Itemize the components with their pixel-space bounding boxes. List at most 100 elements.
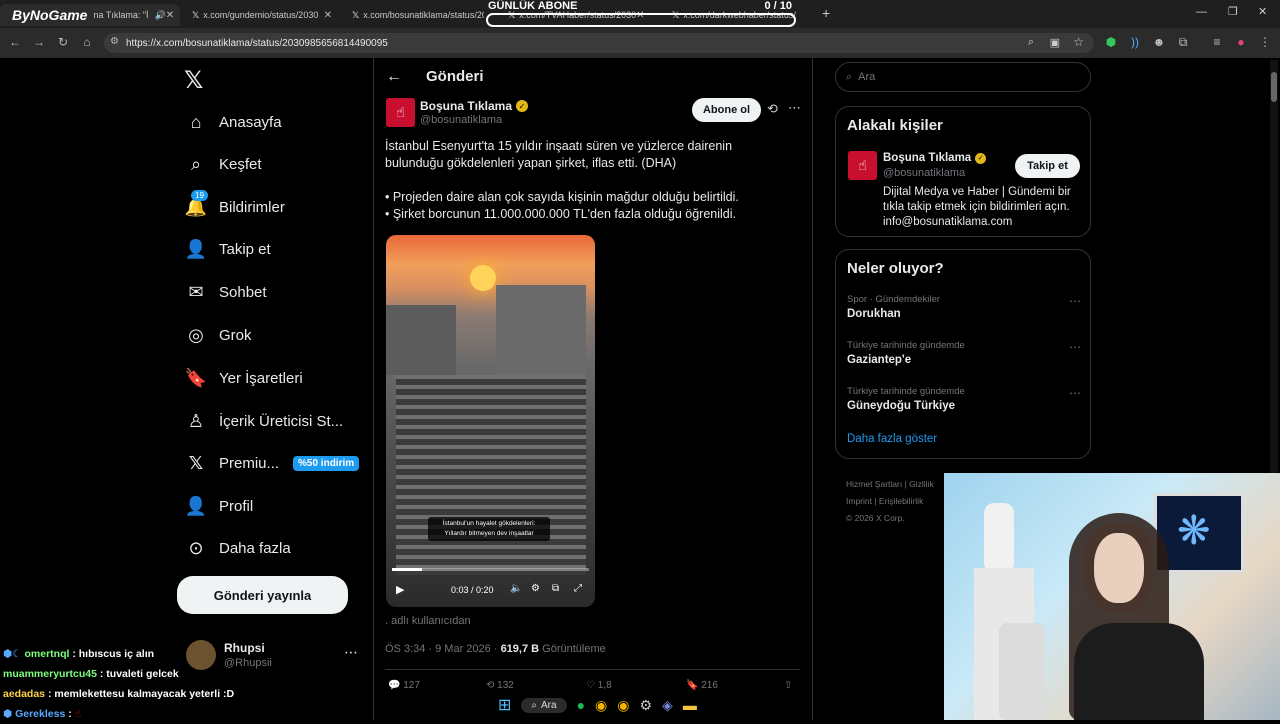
nav-chat[interactable]: ✉ Sohbet [185,276,266,308]
bio-line: info@bosunatiklama.com [883,216,1013,228]
author-handle[interactable]: @bosunatiklama [420,114,502,126]
footer-link[interactable]: Erişilebilirlik [879,496,923,506]
chat-text: : [65,708,75,720]
trend-item[interactable]: Spor · Gündemdekiler Dorukhan ⋯ [847,294,1081,324]
subscriber-goal-overlay: GÜNLÜK ABONE 0 / 10 [486,0,796,28]
video-caption-line: Yıllardır bitmeyen dev inşaatlar [444,530,534,537]
profile-avatar-icon[interactable]: ● [1234,35,1248,49]
close-window-button[interactable]: ✕ [1258,5,1267,18]
search-input[interactable]: ⌕ Ara [835,62,1091,92]
nav-notifications[interactable]: 🔔 19 Bildirimler [185,190,285,223]
back-arrow-icon[interactable]: ← [386,68,402,86]
related-avatar[interactable]: ☝ [848,151,877,180]
chrome-icon[interactable]: ◉ [595,697,607,714]
fullscreen-icon[interactable]: ⤢ [574,583,582,594]
grok-icon: ◎ [188,324,204,345]
bookmark-star-icon[interactable]: ☆ [1073,35,1084,49]
author-name-row[interactable]: Boşuna Tıklama ✓ [420,99,529,113]
share-icon[interactable]: ⇧ [784,680,792,691]
scrollbar-thumb[interactable] [1271,72,1277,102]
nav-premium[interactable]: 𝕏 Premiu... %50 indirim [185,447,360,479]
nav-home[interactable]: ⌂ Anasayfa [185,106,282,138]
reload-icon[interactable]: ↻ [56,35,70,49]
related-handle: @bosunatiklama [883,167,966,179]
spotify-icon[interactable]: ● [577,697,585,713]
back-icon[interactable]: ← [8,35,22,49]
nav-profile[interactable]: 👤 Profil [185,490,253,522]
extension-face-icon[interactable]: ☻ [1152,35,1166,49]
minimize-button[interactable]: — [1196,6,1207,18]
nav-explore[interactable]: ⌕ Keşfet [185,148,262,180]
taskbar-search[interactable]: ⌕ Ara [521,697,567,713]
new-tab-button[interactable]: + [822,5,830,21]
windows-start-icon[interactable]: ⊞ [498,695,511,715]
show-more-link[interactable]: Daha fazla göster [847,433,937,445]
author-avatar[interactable]: ☝ [386,98,415,127]
zoom-icon[interactable]: ⌕ [1028,36,1034,49]
subscribe-button[interactable]: Abone ol [692,98,761,122]
file-explorer-icon[interactable]: ▬ [683,697,697,713]
video-scrubber[interactable] [392,568,589,571]
column-divider [373,58,374,720]
nav-bookmarks[interactable]: 🔖 Yer İşaretleri [185,362,303,394]
footer-link[interactable]: Hizmet Şartları [846,479,902,489]
overlay-brand: ByNoGame [12,7,88,23]
follow-button[interactable]: Takip et [1015,154,1080,178]
video-time: 0:03 / 0:20 [451,585,494,595]
browser-tab[interactable]: 𝕏 x.com/gundemio/status/2030 ✕ [184,4,340,26]
extensions-puzzle-icon[interactable]: ⧉ [1176,35,1190,49]
play-icon[interactable]: ▶ [396,583,404,596]
reading-list-icon[interactable]: ≡ [1210,35,1224,49]
extension-wave-icon[interactable]: )) [1128,35,1142,49]
x-logo-icon[interactable]: 𝕏 [184,66,203,95]
home-browser-icon[interactable]: ⌂ [80,35,94,49]
trends-card: Neler oluyor? Spor · Gündemdekiler Doruk… [835,249,1091,459]
video-caption: İstanbul'un hayalet gökdelenleri: Yıllar… [428,517,550,541]
more-options-icon[interactable]: ⋯ [788,100,801,116]
close-tab-icon[interactable]: ✕ [166,10,174,21]
notification-badge: 19 [191,190,208,201]
nav-grok[interactable]: ◎ Grok [185,319,252,351]
settings-icon[interactable]: ⚙ [531,583,540,594]
steam-icon[interactable]: ⚙ [639,697,652,714]
related-people-card: Alakalı kişiler ☝ Boşuna Tıklama ✓ @bosu… [835,106,1091,237]
mail-icon: ✉ [188,281,204,302]
nav-follow[interactable]: 👤 Takip et [185,233,271,265]
more-horizontal-icon[interactable]: ⋯ [1069,340,1081,354]
post-text-line: bulunduğu gökdelenleri yapan şirket, ifl… [385,156,677,170]
address-bar[interactable]: ⚙ https://x.com/bosunatiklama/status/203… [104,33,1094,53]
grok-explain-icon[interactable]: ⟲ [767,101,778,117]
trend-item[interactable]: Türkiye tarihinde gündemde Gaziantep'e ⋯ [847,340,1081,370]
nav-more[interactable]: ⊙ Daha fazla [185,532,290,564]
trend-item[interactable]: Türkiye tarihinde gündemde Güneydoğu Tür… [847,386,1081,416]
browser-tab[interactable]: 𝕏 x.com/bosunatiklama/status/20 [344,4,484,26]
tab-audio-icon[interactable]: 🔊 [155,10,166,21]
chat-message: aedadas : memlekettesu kalmayacak yeterl… [3,684,383,704]
chrome-active-icon[interactable]: ◉ [617,697,629,714]
site-info-icon[interactable]: ⚙ [110,36,119,47]
nav-label: Grok [219,326,252,344]
column-divider [812,58,813,720]
discord-icon[interactable]: ◈ [662,697,673,714]
add-user-icon: 👤 [184,238,208,259]
post-video[interactable]: İstanbul'un hayalet gökdelenleri: Yıllar… [386,235,595,607]
extension-shield-icon[interactable]: ⬢ [1104,35,1118,49]
browser-tab-active[interactable]: ByNoGame na Tıklama: "İ 🔊 ✕ [0,4,180,26]
more-horizontal-icon[interactable]: ⋯ [1069,386,1081,400]
pip-icon[interactable]: ⧉ [552,583,559,594]
search-placeholder: Ara [858,71,876,83]
trend-topic: Dorukhan [847,308,901,320]
reply-stat[interactable]: 💬 127 [388,680,420,691]
more-horizontal-icon[interactable]: ⋯ [1069,294,1081,308]
footer-link[interactable]: Gizlilik [909,479,934,489]
close-tab-icon[interactable]: ✕ [324,10,332,21]
maximize-button[interactable]: ❐ [1228,5,1238,18]
related-name-row[interactable]: Boşuna Tıklama ✓ [883,152,987,164]
footer-link[interactable]: Imprint [846,496,872,506]
cast-icon[interactable]: ▣ [1050,36,1060,49]
nav-creator-studio[interactable]: ♙ İçerik Üreticisi St... [185,405,343,437]
volume-icon[interactable]: 🔈 [510,583,522,594]
browser-menu-icon[interactable]: ⋮ [1258,35,1272,49]
forward-icon[interactable]: → [32,35,46,49]
post-button[interactable]: Gönderi yayınla [177,576,348,614]
